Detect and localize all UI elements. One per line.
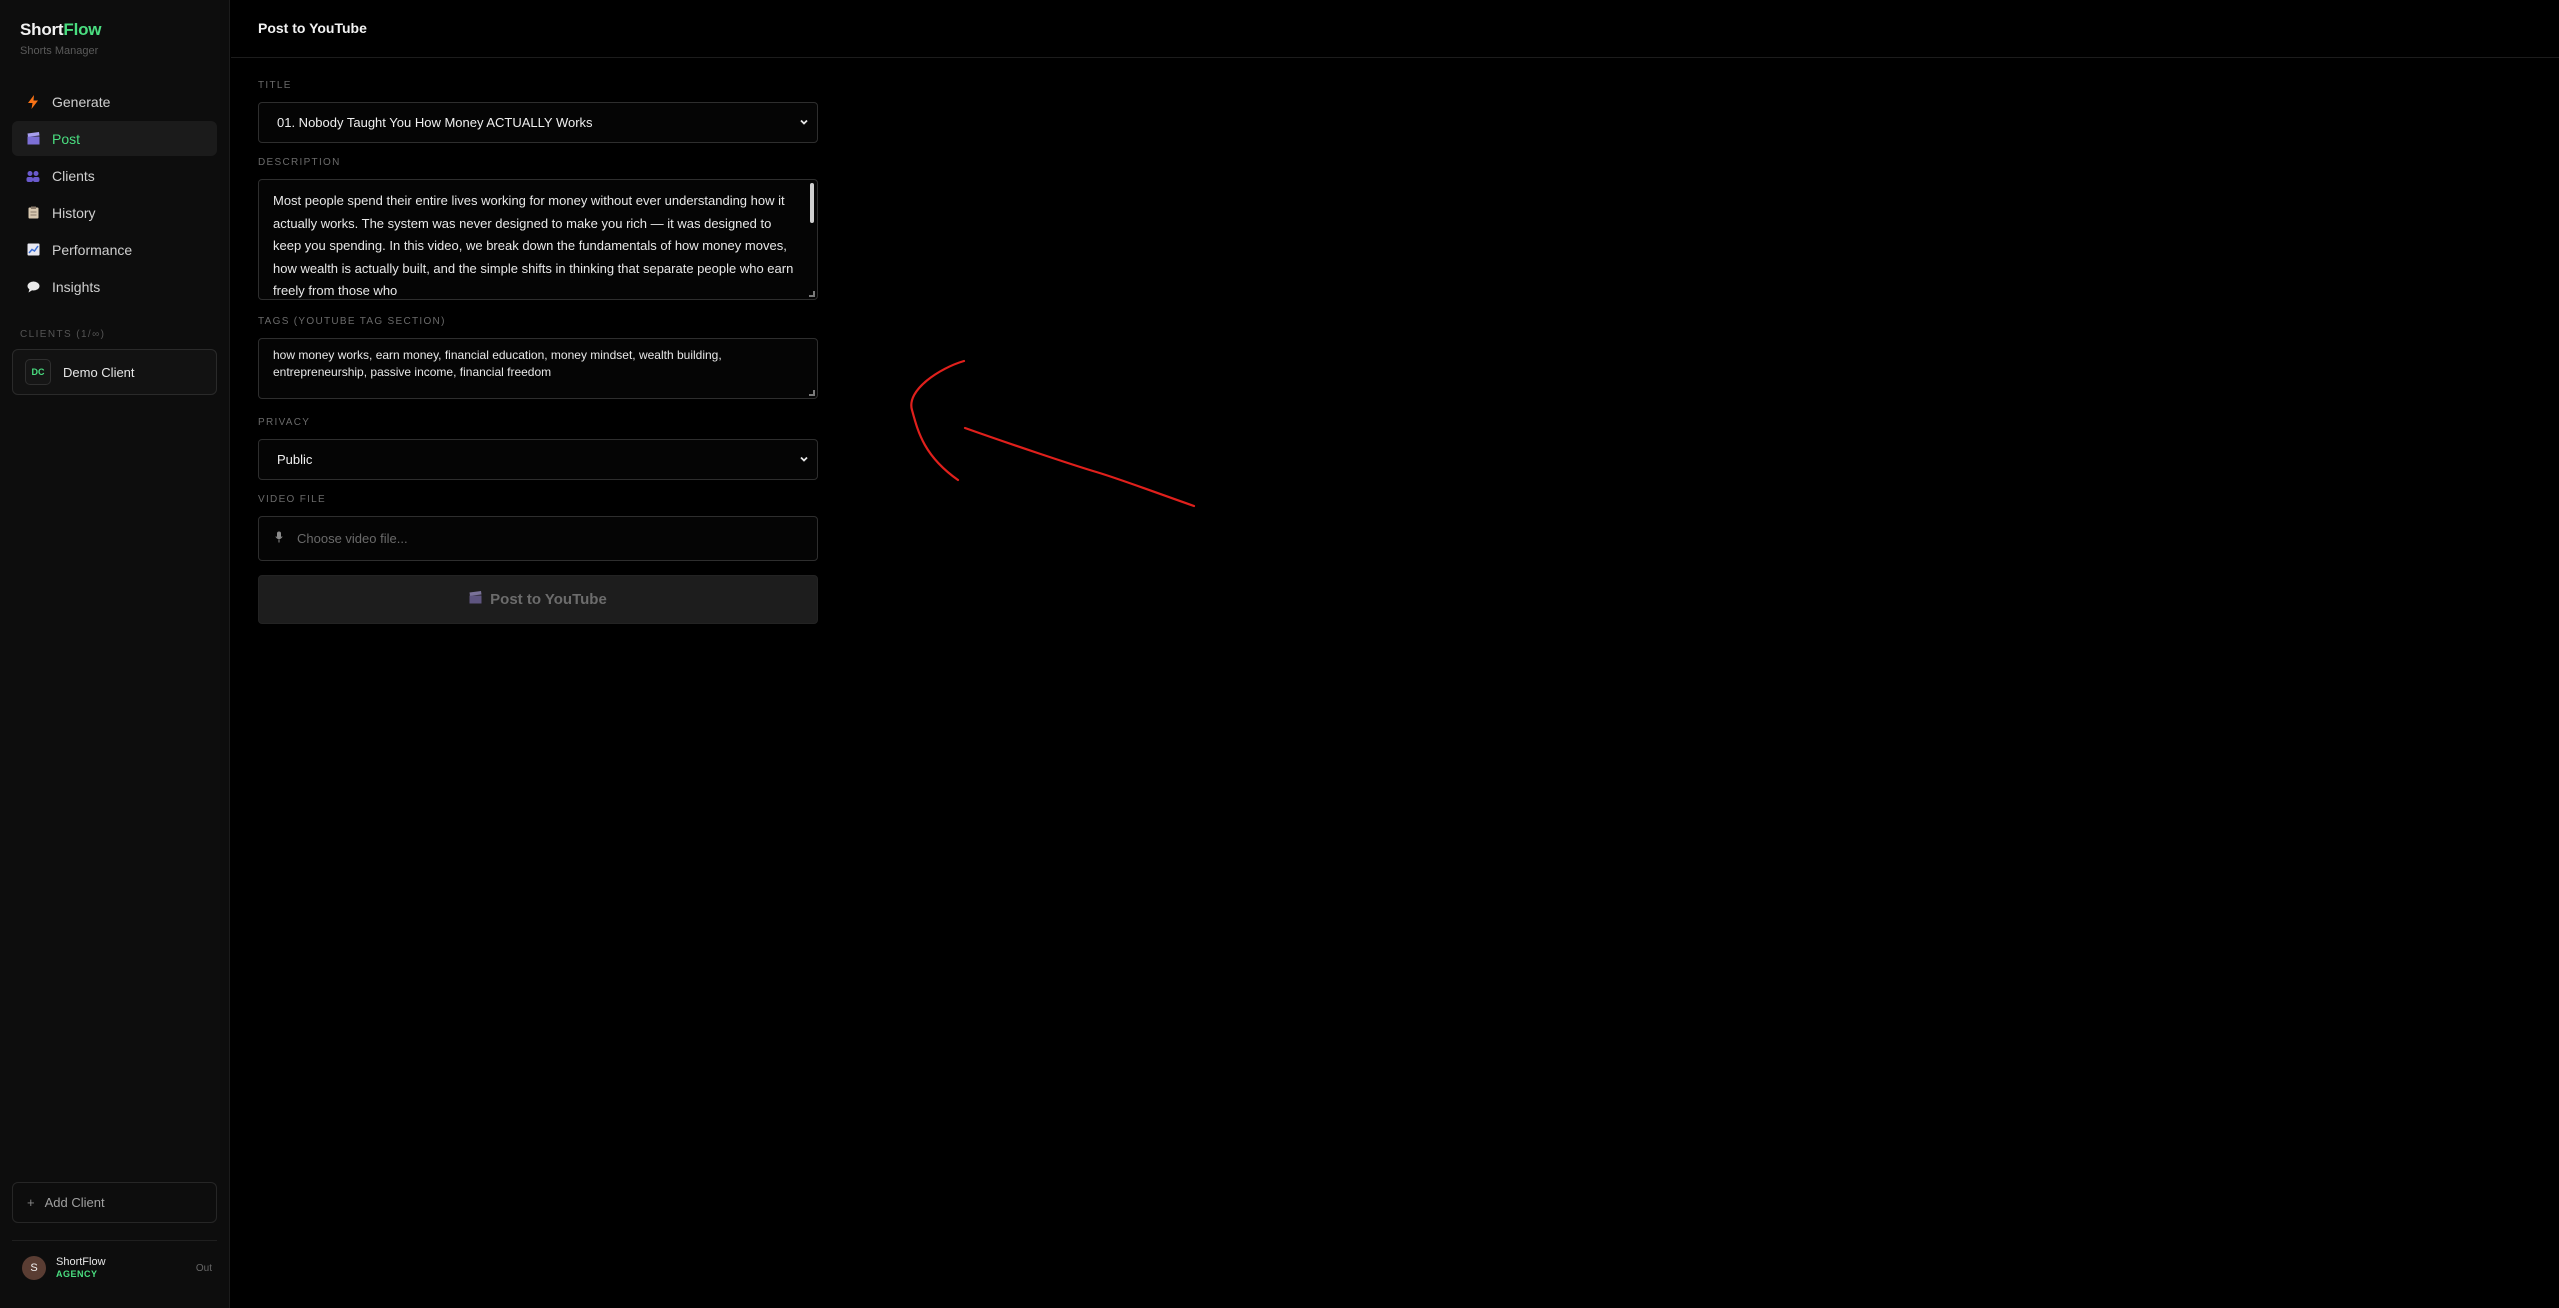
post-to-youtube-button[interactable]: Post to YouTube	[258, 575, 818, 624]
description-value: Most people spend their entire lives wor…	[273, 193, 794, 298]
chart-up-icon	[26, 243, 40, 257]
plus-icon: +	[27, 1195, 35, 1210]
title-select[interactable]: 01. Nobody Taught You How Money ACTUALLY…	[258, 102, 818, 143]
sidebar-item-label: Insights	[52, 278, 101, 295]
sidebar-item-clients[interactable]: Clients	[12, 158, 217, 193]
header: Post to YouTube	[231, 0, 2559, 58]
brand-main: Short	[20, 20, 64, 39]
clipboard-icon	[26, 206, 40, 220]
sidebar-item-label: Post	[52, 130, 81, 147]
tags-value: how money works, earn money, financial e…	[273, 348, 722, 379]
resize-handle[interactable]	[809, 291, 815, 297]
chevron-down-icon	[797, 115, 811, 129]
sidebar-item-label: Generate	[52, 93, 111, 110]
plan-badge: AGENCY	[56, 1269, 98, 1279]
clients-section-label: CLIENTS (1/∞)	[20, 329, 106, 340]
sidebar-item-label: History	[52, 204, 96, 221]
brand-accent: Flow	[63, 20, 102, 39]
sidebar-item-generate[interactable]: Generate	[12, 84, 217, 119]
users-icon	[26, 169, 40, 183]
video-file-label: VIDEO FILE	[258, 494, 327, 505]
client-avatar: DC	[25, 359, 51, 385]
brand-logo[interactable]: ShortFlow	[20, 20, 102, 40]
client-name: Demo Client	[63, 364, 135, 380]
divider	[12, 1240, 217, 1241]
client-item-demo-client[interactable]: DC Demo Client	[12, 349, 217, 395]
video-file-input[interactable]: Choose video file...	[258, 516, 818, 561]
page-title: Post to YouTube	[258, 20, 367, 36]
avatar[interactable]: S	[22, 1256, 46, 1280]
sidebar-nav: Generate Post Clients History Performanc…	[12, 84, 217, 306]
tags-label: TAGS (YOUTUBE TAG SECTION)	[258, 316, 446, 327]
sidebar-item-history[interactable]: History	[12, 195, 217, 230]
title-label: TITLE	[258, 80, 292, 91]
speech-bubble-icon	[26, 280, 40, 294]
user-name: ShortFlow	[56, 1256, 106, 1268]
description-textarea[interactable]: Most people spend their entire lives wor…	[258, 179, 818, 300]
privacy-select-value: Public	[277, 452, 313, 467]
scrollbar[interactable]	[810, 183, 814, 223]
sidebar-item-post[interactable]: Post	[12, 121, 217, 156]
chevron-down-icon	[797, 452, 811, 466]
add-client-label: Add Client	[44, 1195, 105, 1210]
user-profile: S ShortFlow AGENCY Out	[22, 1253, 212, 1283]
add-client-button[interactable]: + Add Client	[12, 1182, 217, 1223]
sidebar: ShortFlow Shorts Manager Generate Post C…	[0, 0, 230, 1308]
logout-button[interactable]: Out	[196, 1263, 212, 1274]
video-file-placeholder: Choose video file...	[297, 531, 408, 546]
tags-textarea[interactable]: how money works, earn money, financial e…	[258, 338, 818, 399]
clapperboard-icon	[26, 132, 40, 146]
privacy-label: PRIVACY	[258, 417, 311, 428]
privacy-select[interactable]: Public	[258, 439, 818, 480]
title-select-value: 01. Nobody Taught You How Money ACTUALLY…	[277, 115, 593, 130]
annotation-arrow-icon	[910, 359, 1196, 508]
post-form: TITLE 01. Nobody Taught You How Money AC…	[258, 80, 818, 624]
sidebar-item-insights[interactable]: Insights	[12, 269, 217, 304]
brand-subtitle: Shorts Manager	[20, 45, 99, 57]
clapperboard-icon	[469, 591, 482, 608]
resize-handle[interactable]	[809, 390, 815, 396]
description-label: DESCRIPTION	[258, 157, 341, 168]
sidebar-item-label: Performance	[52, 241, 133, 258]
sidebar-item-performance[interactable]: Performance	[12, 232, 217, 267]
post-button-label: Post to YouTube	[490, 591, 607, 608]
microphone-icon	[275, 531, 283, 546]
lightning-icon	[26, 94, 40, 109]
sidebar-item-label: Clients	[52, 167, 95, 184]
